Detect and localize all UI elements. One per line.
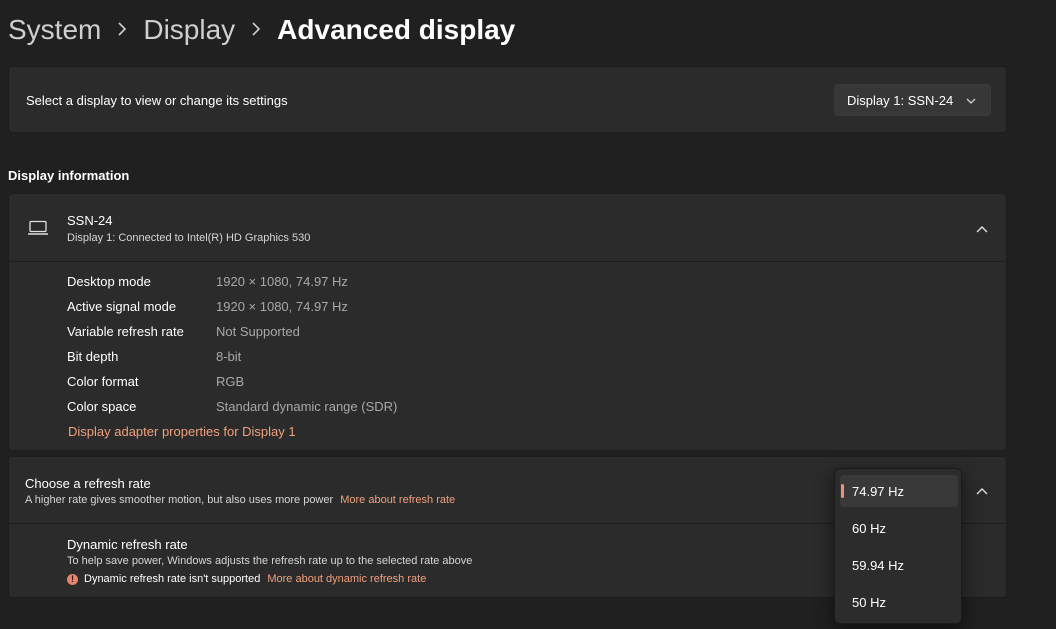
display-connection: Display 1: Connected to Intel(R) HD Grap… (67, 232, 311, 244)
breadcrumb: System Display Advanced display (8, 10, 515, 50)
refresh-rate-option-selected[interactable]: 74.97 Hz (840, 475, 958, 507)
refresh-rate-option-label: 50 Hz (852, 594, 886, 610)
display-adapter-properties-link[interactable]: Display adapter properties for Display 1 (68, 424, 296, 439)
dynamic-refresh-warning: ! Dynamic refresh rate isn't supported M… (67, 573, 426, 585)
info-key: Active signal mode (67, 299, 177, 314)
error-circle-icon: ! (67, 573, 78, 585)
selection-indicator (841, 484, 844, 498)
refresh-rate-subtitle: A higher rate gives smoother motion, but… (25, 494, 455, 506)
info-key: Variable refresh rate (67, 324, 184, 339)
refresh-rate-description: A higher rate gives smoother motion, but… (25, 494, 334, 506)
info-value: 1920 × 1080, 74.97 Hz (216, 274, 348, 289)
refresh-rate-option-label: 74.97 Hz (852, 483, 905, 499)
select-display-card: Select a display to view or change its s… (8, 66, 1007, 133)
refresh-rate-title: Choose a refresh rate (25, 476, 151, 491)
laptop-icon (27, 220, 49, 241)
display-name: SSN-24 (67, 213, 113, 228)
info-value: 8-bit (216, 349, 242, 364)
display-select-dropdown[interactable]: Display 1: SSN-24 (834, 84, 991, 116)
info-value: RGB (216, 374, 245, 389)
more-about-refresh-rate-link[interactable]: More about refresh rate (340, 494, 455, 506)
refresh-rate-option[interactable]: 60 Hz (840, 512, 958, 544)
info-value: Not Supported (216, 324, 300, 339)
chevron-up-icon[interactable] (976, 222, 988, 240)
section-title-display-information: Display information (8, 168, 130, 183)
chevron-right-icon (251, 19, 261, 42)
chevron-down-icon (966, 94, 976, 109)
more-about-dynamic-refresh-rate-link[interactable]: More about dynamic refresh rate (267, 573, 426, 585)
info-value: 1920 × 1080, 74.97 Hz (216, 299, 348, 314)
refresh-rate-option-label: 60 Hz (852, 520, 886, 536)
refresh-rate-option-label: 59.94 Hz (852, 557, 905, 573)
chevron-up-icon[interactable] (976, 484, 988, 502)
dynamic-refresh-rate-description: To help save power, Windows adjusts the … (67, 555, 473, 567)
refresh-rate-option[interactable]: 59.94 Hz (840, 549, 958, 581)
select-display-label: Select a display to view or change its s… (26, 93, 288, 108)
info-key: Desktop mode (67, 274, 151, 289)
chevron-right-icon (117, 19, 127, 42)
page-title: Advanced display (277, 14, 516, 45)
info-key: Bit depth (67, 349, 119, 364)
display-select-value: Display 1: SSN-24 (847, 92, 954, 108)
breadcrumb-display[interactable]: Display (143, 14, 235, 46)
info-key: Color space (67, 399, 137, 414)
display-information-card: SSN-24 Display 1: Connected to Intel(R) … (8, 193, 1007, 451)
refresh-rate-option[interactable]: 50 Hz (840, 586, 958, 618)
refresh-rate-dropdown-list: 74.97 Hz 60 Hz 59.94 Hz 50 Hz (834, 468, 962, 624)
display-information-header[interactable]: SSN-24 Display 1: Connected to Intel(R) … (9, 194, 1006, 262)
breadcrumb-system[interactable]: System (8, 14, 101, 46)
info-key: Color format (67, 374, 139, 389)
dynamic-refresh-rate-title: Dynamic refresh rate (67, 537, 188, 552)
info-value: Standard dynamic range (SDR) (216, 399, 398, 414)
dynamic-refresh-warning-text: Dynamic refresh rate isn't supported (84, 573, 261, 585)
